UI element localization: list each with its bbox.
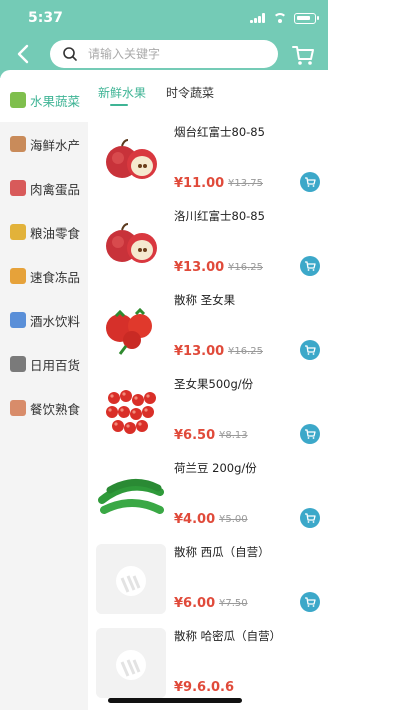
product-price: ¥4.00 <box>174 512 216 527</box>
cart-icon <box>305 513 316 523</box>
product-row[interactable]: 散称 圣女果 ¥13.00 ¥16.25 <box>88 284 328 368</box>
original-price: ¥16.25 <box>228 262 263 273</box>
image-placeholder[interactable] <box>96 544 166 614</box>
original-price: ¥5.00 <box>219 514 248 525</box>
add-to-cart-button[interactable] <box>300 172 320 192</box>
product-price: ¥6.00 <box>174 596 216 611</box>
product-price: ¥11.00 <box>174 176 225 191</box>
home-indicator <box>108 698 242 703</box>
image-placeholder[interactable] <box>96 628 166 698</box>
status-icons <box>250 12 319 24</box>
sidebar-item-2[interactable]: 海鲜水产 <box>0 122 88 166</box>
sidebar-item-label: 水果蔬菜 <box>30 93 81 109</box>
status-bar: 5:37 <box>0 0 328 34</box>
active-tab-indicator <box>110 104 128 106</box>
top-header: 5:37 <box>0 0 328 78</box>
sidebar-item-label: 粮油零食 <box>30 225 81 241</box>
product-name[interactable]: 散称 西瓜（自营） <box>174 544 270 560</box>
search-icon <box>63 47 77 61</box>
product-name[interactable]: 圣女果500g/份 <box>174 376 253 392</box>
category-icon <box>10 268 26 284</box>
category-icon <box>10 312 26 328</box>
product-row[interactable]: 荷兰豆 200g/份 ¥4.00 ¥5.00 <box>88 452 328 536</box>
sidebar-item-6[interactable]: 酒水饮料 <box>0 298 88 342</box>
main-panel: 水果蔬菜海鲜水产肉禽蛋品粮油零食速食冻品酒水饮料日用百货餐饮熟食 新鲜水果 时令… <box>0 70 328 710</box>
product-row[interactable]: 散称 哈密瓜（自营） ¥9.6.0.6 <box>88 620 328 704</box>
add-to-cart-button[interactable] <box>300 256 320 276</box>
search-input[interactable] <box>86 46 250 62</box>
product-list: 烟台红富士80-85 ¥11.00 ¥13.75 洛川红富士80-85 ¥13.00 ¥1… <box>88 116 328 704</box>
cart-icon <box>305 597 316 607</box>
product-name[interactable]: 荷兰豆 200g/份 <box>174 460 257 476</box>
product-image[interactable] <box>96 208 166 278</box>
category-sidebar: 水果蔬菜海鲜水产肉禽蛋品粮油零食速食冻品酒水饮料日用百货餐饮熟食 <box>0 78 88 710</box>
sidebar-item-5[interactable]: 速食冻品 <box>0 254 88 298</box>
sidebar-item-3[interactable]: 肉禽蛋品 <box>0 166 88 210</box>
sidebar-item-label: 肉禽蛋品 <box>30 181 81 197</box>
product-row[interactable]: 圣女果500g/份 ¥6.50 ¥8.13 <box>88 368 328 452</box>
category-icon <box>10 224 26 240</box>
wifi-icon <box>272 12 288 24</box>
subcategory-tabs: 新鲜水果 时令蔬菜 <box>88 70 328 110</box>
add-to-cart-button[interactable] <box>300 592 320 612</box>
battery-icon <box>294 12 319 24</box>
app-frame: 5:37 请输入关键字 水果蔬菜 海鲜水产 肉禽蛋品 粮油零食 速食冻品 酒水饮… <box>0 0 328 710</box>
cart-icon <box>292 46 314 65</box>
product-image[interactable] <box>96 460 166 530</box>
cart-icon <box>305 429 316 439</box>
category-icon <box>10 136 26 152</box>
sidebar-item-label: 酒水饮料 <box>30 313 81 329</box>
product-content: 新鲜水果 时令蔬菜 烟台红富士80-85 ¥11.00 ¥13.75 洛川红富士80-… <box>88 70 328 710</box>
category-icon <box>10 92 26 108</box>
product-price: ¥9.6.0.6 <box>174 680 235 695</box>
status-time: 5:37 <box>28 10 63 26</box>
product-price: ¥6.50 <box>174 428 216 443</box>
product-name[interactable]: 散称 圣女果 <box>174 292 235 308</box>
original-price: ¥8.13 <box>219 430 248 441</box>
cart-button[interactable] <box>290 42 316 68</box>
tab-seasonal-vegetables[interactable]: 时令蔬菜 <box>166 84 214 101</box>
back-button[interactable] <box>12 42 36 66</box>
product-image[interactable] <box>96 292 166 362</box>
sidebar-item-4[interactable]: 粮油零食 <box>0 210 88 254</box>
sidebar-item-label: 海鲜水产 <box>30 137 81 153</box>
original-price: ¥16.25 <box>228 346 263 357</box>
tab-fresh-fruit[interactable]: 新鲜水果 <box>98 84 146 101</box>
product-row[interactable]: 散称 西瓜（自营） ¥6.00 ¥7.50 <box>88 536 328 620</box>
product-name[interactable]: 散称 哈密瓜（自营） <box>174 628 281 644</box>
category-icon <box>10 356 26 372</box>
product-image[interactable] <box>96 376 166 446</box>
cart-icon <box>305 261 316 271</box>
category-icon <box>10 180 26 196</box>
add-to-cart-button[interactable] <box>300 508 320 528</box>
cart-icon <box>305 345 316 355</box>
signal-icon <box>250 13 266 23</box>
product-name[interactable]: 洛川红富士80-85 <box>174 208 265 224</box>
search-bar[interactable] <box>50 40 278 68</box>
cart-icon <box>305 177 316 187</box>
sidebar-item-7[interactable]: 日用百货 <box>0 342 88 386</box>
sidebar-item-1[interactable]: 水果蔬菜 <box>0 78 88 122</box>
product-row[interactable]: 烟台红富士80-85 ¥11.00 ¥13.75 <box>88 116 328 200</box>
sidebar-item-label: 日用百货 <box>30 357 81 373</box>
sidebar-item-8[interactable]: 餐饮熟食 <box>0 386 88 430</box>
category-icon <box>10 400 26 416</box>
product-row[interactable]: 洛川红富士80-85 ¥13.00 ¥16.25 <box>88 200 328 284</box>
sidebar-item-label: 速食冻品 <box>30 269 81 285</box>
product-name[interactable]: 烟台红富士80-85 <box>174 124 265 140</box>
sidebar-item-label: 餐饮熟食 <box>30 401 81 417</box>
product-image[interactable] <box>96 124 166 194</box>
product-price: ¥13.00 <box>174 260 225 275</box>
original-price: ¥13.75 <box>228 178 263 189</box>
add-to-cart-button[interactable] <box>300 424 320 444</box>
chevron-left-icon <box>17 44 29 64</box>
original-price: ¥7.50 <box>219 598 248 609</box>
add-to-cart-button[interactable] <box>300 340 320 360</box>
product-price: ¥13.00 <box>174 344 225 359</box>
